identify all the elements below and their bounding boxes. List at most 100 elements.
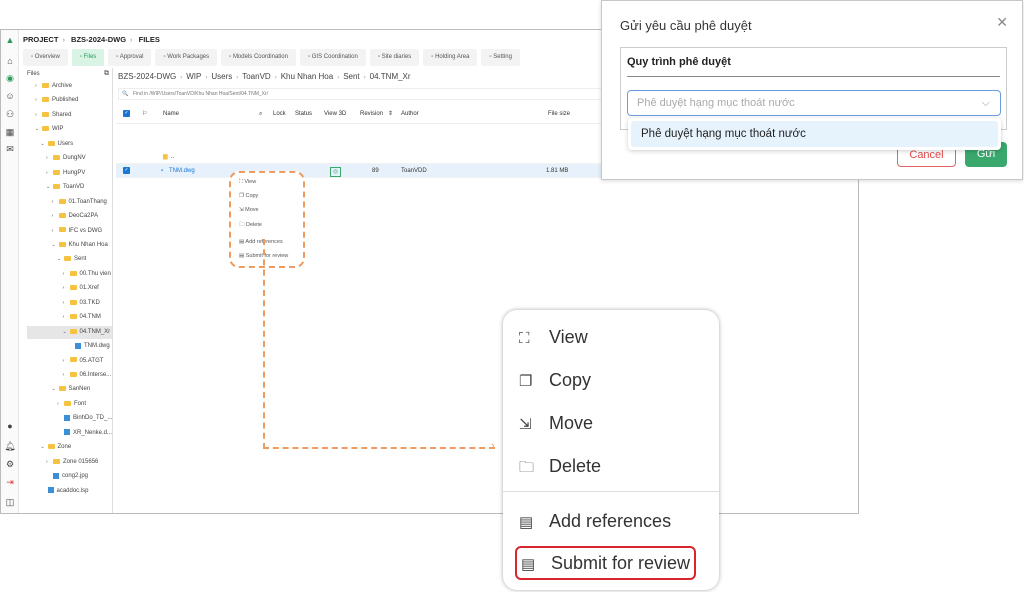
tree-item[interactable]: ⌄ ToanVD [19, 181, 112, 194]
path-segment[interactable]: Users [211, 72, 232, 81]
tree-item[interactable]: › 03.TKD [19, 297, 112, 310]
caret-icon[interactable]: › [35, 109, 42, 122]
view-3d-icon[interactable]: ◎ [330, 167, 342, 177]
tree-item[interactable]: › HungPV [19, 167, 112, 180]
menu-copy[interactable]: ❐ Copy [519, 365, 591, 395]
user-icon[interactable]: ☺ [4, 90, 16, 102]
tree-item[interactable]: › Archive [19, 80, 112, 93]
tree-item[interactable]: › DungNV [19, 152, 112, 165]
bell-icon[interactable]: 🔔︎ [4, 440, 16, 452]
menu-move[interactable]: ⇲ Move [519, 408, 593, 438]
menu-move[interactable]: ⇲ Move [239, 207, 259, 213]
caret-icon[interactable]: ⌄ [52, 383, 59, 396]
tree-item[interactable]: ⌄ Users [19, 138, 112, 151]
tree-item[interactable]: › DeoCa2PA [19, 210, 112, 223]
logout-icon[interactable]: ⇥ [4, 476, 16, 488]
menu-submit-review[interactable]: ▤ Submit for review [515, 546, 697, 580]
caret-icon[interactable]: › [52, 196, 59, 209]
path-segment[interactable]: 04.TNM_Xr [370, 72, 411, 81]
sort-icon[interactable]: ⇕ [388, 104, 393, 124]
tab-models-coordination[interactable]: ▫ Models Coordination [221, 49, 296, 66]
tree-item[interactable]: BinhDo_TD_... [19, 412, 112, 425]
caret-icon[interactable]: › [63, 268, 70, 281]
tab-files[interactable]: ▫ Files [71, 49, 105, 66]
menu-view[interactable]: ⛶ View [519, 322, 588, 352]
caret-icon[interactable]: ⌄ [41, 138, 48, 151]
col-name[interactable]: Name [163, 104, 179, 124]
collapse-all-icon[interactable]: ⧉ [104, 70, 109, 78]
tree-item[interactable]: › Font [19, 398, 112, 411]
tab-setting[interactable]: ▫ Setting [481, 49, 520, 66]
close-icon[interactable]: ✕ [996, 14, 1008, 31]
settings-icon[interactable]: ⚙ [4, 458, 16, 470]
caret-icon[interactable]: › [46, 456, 53, 469]
tree-item[interactable]: › Zone 015656 [19, 456, 112, 469]
caret-icon[interactable]: ⌄ [35, 123, 42, 136]
group-icon[interactable]: ⚇ [4, 108, 16, 120]
search-icon[interactable]: ⌕ [259, 104, 262, 124]
caret-icon[interactable]: ⌄ [46, 181, 53, 194]
breadcrumb-project[interactable]: PROJECT [23, 35, 58, 44]
caret-icon[interactable]: › [46, 152, 53, 165]
tree-item[interactable]: › 05.ATGT [19, 355, 112, 368]
dropdown-option[interactable]: Phê duyệt hạng mục thoát nước [631, 121, 998, 147]
caret-icon[interactable]: ⌄ [52, 239, 59, 252]
caret-icon[interactable]: › [63, 297, 70, 310]
project-icon[interactable]: ◉ [4, 72, 16, 84]
caret-icon[interactable]: ⌄ [57, 253, 64, 266]
caret-icon[interactable]: ⌄ [63, 326, 70, 339]
breadcrumb-bzs[interactable]: BZS-2024-DWG [71, 35, 126, 44]
menu-add-references[interactable]: ▤ Add references [239, 239, 283, 245]
tree-item[interactable]: ⌄ Zone [19, 441, 112, 454]
menu-delete[interactable]: 🗀︎ Delete [519, 451, 601, 481]
tree-item[interactable]: ⌄ Khu Nhan Hoa [19, 239, 112, 252]
tree-item[interactable]: acaddoc.lsp [19, 485, 112, 498]
mail-icon[interactable]: ✉ [4, 143, 16, 155]
tree-item[interactable]: TNM.dwg [19, 340, 112, 353]
home-icon[interactable]: ⌂ [4, 55, 16, 67]
apps-icon[interactable]: ▦ [4, 126, 16, 138]
menu-copy[interactable]: ❐ Copy [239, 193, 258, 199]
sidebar-toggle-icon[interactable]: ◫ [4, 496, 16, 508]
tab-site-diaries[interactable]: ▫ Site diaries [369, 49, 420, 66]
tree-item[interactable]: › 01.ToanThang [19, 196, 112, 209]
tree-item[interactable]: › Published [19, 94, 112, 107]
caret-icon[interactable]: › [46, 167, 53, 180]
path-segment[interactable]: ToanVD [242, 72, 270, 81]
avatar[interactable]: ● [4, 420, 16, 432]
caret-icon[interactable]: › [63, 369, 70, 382]
menu-add-references[interactable]: ▤ Add references [519, 506, 671, 536]
tree-item[interactable]: › 01.Xref [19, 282, 112, 295]
tab-overview[interactable]: ▫ Overview [23, 49, 68, 66]
tree-item[interactable]: ⌄ SanNen [19, 383, 112, 396]
caret-icon[interactable]: › [52, 210, 59, 223]
caret-icon[interactable]: › [52, 225, 59, 238]
tree-item[interactable]: › 04.TNM [19, 311, 112, 324]
tree-item[interactable]: ⌄ Sent [19, 253, 112, 266]
path-segment[interactable]: WIP [186, 72, 201, 81]
tree-item[interactable]: ⌄ WIP [19, 123, 112, 136]
tree-item[interactable]: › 06.Interse... [19, 369, 112, 382]
caret-icon[interactable]: › [63, 311, 70, 324]
caret-icon[interactable]: › [35, 94, 42, 107]
caret-icon[interactable]: › [63, 355, 70, 368]
caret-icon[interactable]: › [35, 80, 42, 93]
tree-item[interactable]: › Shared [19, 109, 112, 122]
tree-item[interactable]: ⌄ 04.TNM_Xr [27, 325, 112, 339]
tab-holding-area[interactable]: ▫ Holding Area [423, 49, 478, 66]
menu-delete[interactable]: 🗀︎ Delete [239, 221, 262, 230]
path-segment[interactable]: Sent [343, 72, 359, 81]
tree-item[interactable]: cong2.jpg [19, 470, 112, 483]
caret-icon[interactable]: › [63, 282, 70, 295]
col-revision[interactable]: Revision [360, 104, 383, 124]
workflow-select[interactable]: Phê duyệt hạng mục thoát nước ⌵ [627, 90, 1001, 116]
tree-item[interactable]: › 00.Thu vien [19, 268, 112, 281]
menu-view[interactable]: ⛶ View [239, 179, 256, 186]
row-name[interactable]: TNM.dwg [169, 164, 195, 178]
path-segment[interactable]: Khu Nhan Hoa [281, 72, 333, 81]
select-all-checkbox[interactable]: ✓ [123, 110, 130, 117]
tab-work-packages[interactable]: ▫ Work Packages [155, 49, 218, 66]
row-checkbox[interactable]: ✓ [123, 167, 130, 174]
tree-item[interactable]: › IFC vs DWG [19, 225, 112, 238]
tab-gis-coordination[interactable]: ▫ GIS Coordination [299, 49, 366, 66]
